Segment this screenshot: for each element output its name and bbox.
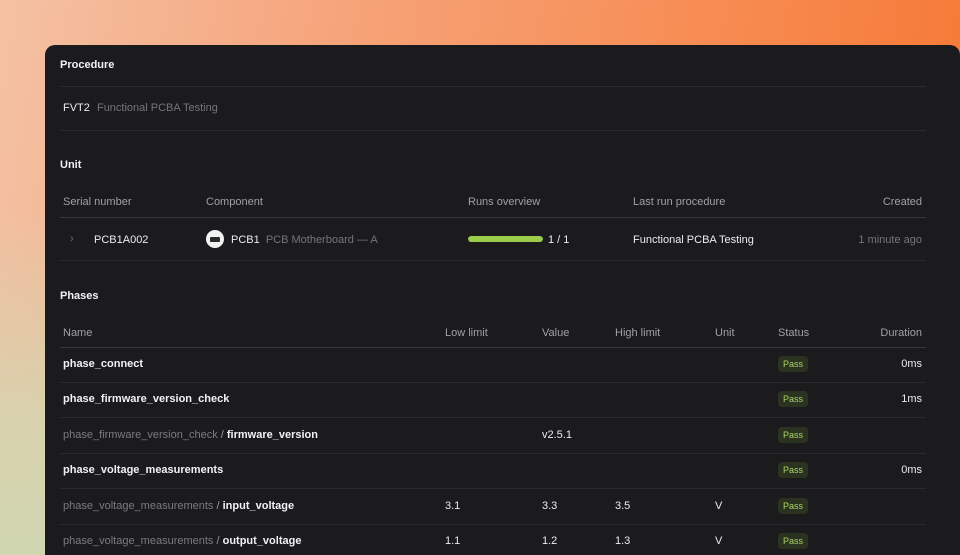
phase-low-limit: 3.1	[445, 499, 461, 512]
status-badge: Pass	[778, 462, 808, 479]
divider	[60, 347, 926, 348]
phase-name: phase_voltage_measurements / input_volta…	[63, 500, 294, 512]
path-separator: /	[213, 535, 223, 547]
divider	[60, 260, 926, 261]
phase-name: phase_voltage_measurements / output_volt…	[63, 535, 301, 547]
col-value: Value	[542, 327, 570, 339]
phase-name: phase_firmware_version_check	[63, 393, 229, 405]
divider	[60, 130, 926, 131]
phase-name: phase_connect	[63, 358, 143, 370]
divider	[60, 523, 926, 525]
col-last-run-procedure: Last run procedure	[633, 196, 726, 208]
col-created: Created	[882, 196, 922, 208]
phase-measurement-name: phase_firmware_version_check	[63, 393, 230, 406]
procedure-section-title: Procedure	[60, 59, 115, 71]
component-name: PCB Motherboard — A	[265, 234, 378, 246]
col-high-limit: High limit	[615, 327, 661, 339]
col-runs-overview: Runs overview	[468, 196, 541, 208]
runs-progress-bar	[468, 236, 543, 242]
path-separator: /	[213, 499, 223, 512]
last-run-procedure: Functional PCBA Testing	[633, 234, 754, 246]
phase-high-limit: 3.5	[615, 499, 631, 512]
created-time: 1 minute ago	[858, 234, 922, 246]
phase-unit: V	[715, 499, 723, 512]
phase-parent-name: phase_voltage_measurements	[63, 535, 214, 547]
procedure-name: Functional PCBA Testing	[96, 102, 218, 114]
status-badge: Pass	[778, 497, 808, 514]
phase-name: phase_firmware_version_check / firmware_…	[63, 429, 318, 441]
phase-measurement-name: phase_connect	[63, 358, 144, 370]
phase-high-limit: 1.3	[615, 535, 631, 547]
col-component: Component	[206, 196, 263, 208]
runs-progress-fill	[468, 236, 543, 242]
procedure-row[interactable]: FVT2 Functional PCBA Testing	[63, 102, 218, 114]
col-serial-number: Serial number	[63, 196, 132, 208]
phase-unit: V	[715, 535, 723, 547]
status-badge: Pass	[778, 391, 808, 408]
phase-measurement-name: input_voltage	[222, 499, 295, 512]
col-low-limit: Low limit	[445, 327, 488, 339]
col-unit: Unit	[715, 327, 735, 339]
phase-duration: 0ms	[901, 464, 922, 477]
phase-parent-name: phase_voltage_measurements	[63, 499, 214, 512]
chevron-right-icon[interactable]: ›	[70, 233, 74, 245]
phase-value: 3.3	[542, 499, 558, 512]
detail-panel: Procedure FVT2 Functional PCBA Testing U…	[45, 45, 960, 555]
status-badge: Pass	[778, 426, 808, 443]
phase-value: 1.2	[542, 535, 558, 547]
runs-count: 1 / 1	[548, 234, 570, 246]
col-name: Name	[63, 327, 93, 339]
path-separator: /	[217, 428, 227, 441]
phase-measurement-name: firmware_version	[226, 428, 318, 441]
col-duration: Duration	[880, 327, 922, 339]
phase-name: phase_voltage_measurements	[63, 464, 223, 476]
unit-serial: PCB1A002	[94, 234, 149, 246]
component-label: PCB1 PCB Motherboard — A	[231, 234, 378, 246]
phase-duration: 1ms	[901, 393, 922, 406]
phase-value: v2.5.1	[542, 428, 572, 441]
unit-section-title: Unit	[60, 159, 82, 171]
procedure-code: FVT2	[63, 102, 90, 114]
divider	[60, 452, 926, 454]
phase-measurement-name: phase_voltage_measurements	[63, 464, 224, 477]
phase-low-limit: 1.1	[445, 535, 461, 547]
col-status: Status	[778, 327, 810, 339]
divider	[60, 382, 926, 383]
phase-parent-name: phase_firmware_version_check	[63, 428, 218, 441]
divider	[60, 217, 926, 218]
phase-measurement-name: output_voltage	[222, 535, 302, 547]
component-code: PCB1	[231, 234, 260, 246]
status-badge: Pass	[778, 356, 808, 372]
divider	[60, 417, 926, 419]
divider	[60, 488, 926, 490]
component-avatar-icon	[206, 230, 224, 248]
phases-section-title: Phases	[60, 290, 99, 302]
divider	[60, 86, 926, 87]
phase-duration: 0ms	[901, 358, 922, 370]
status-badge: Pass	[778, 533, 808, 549]
